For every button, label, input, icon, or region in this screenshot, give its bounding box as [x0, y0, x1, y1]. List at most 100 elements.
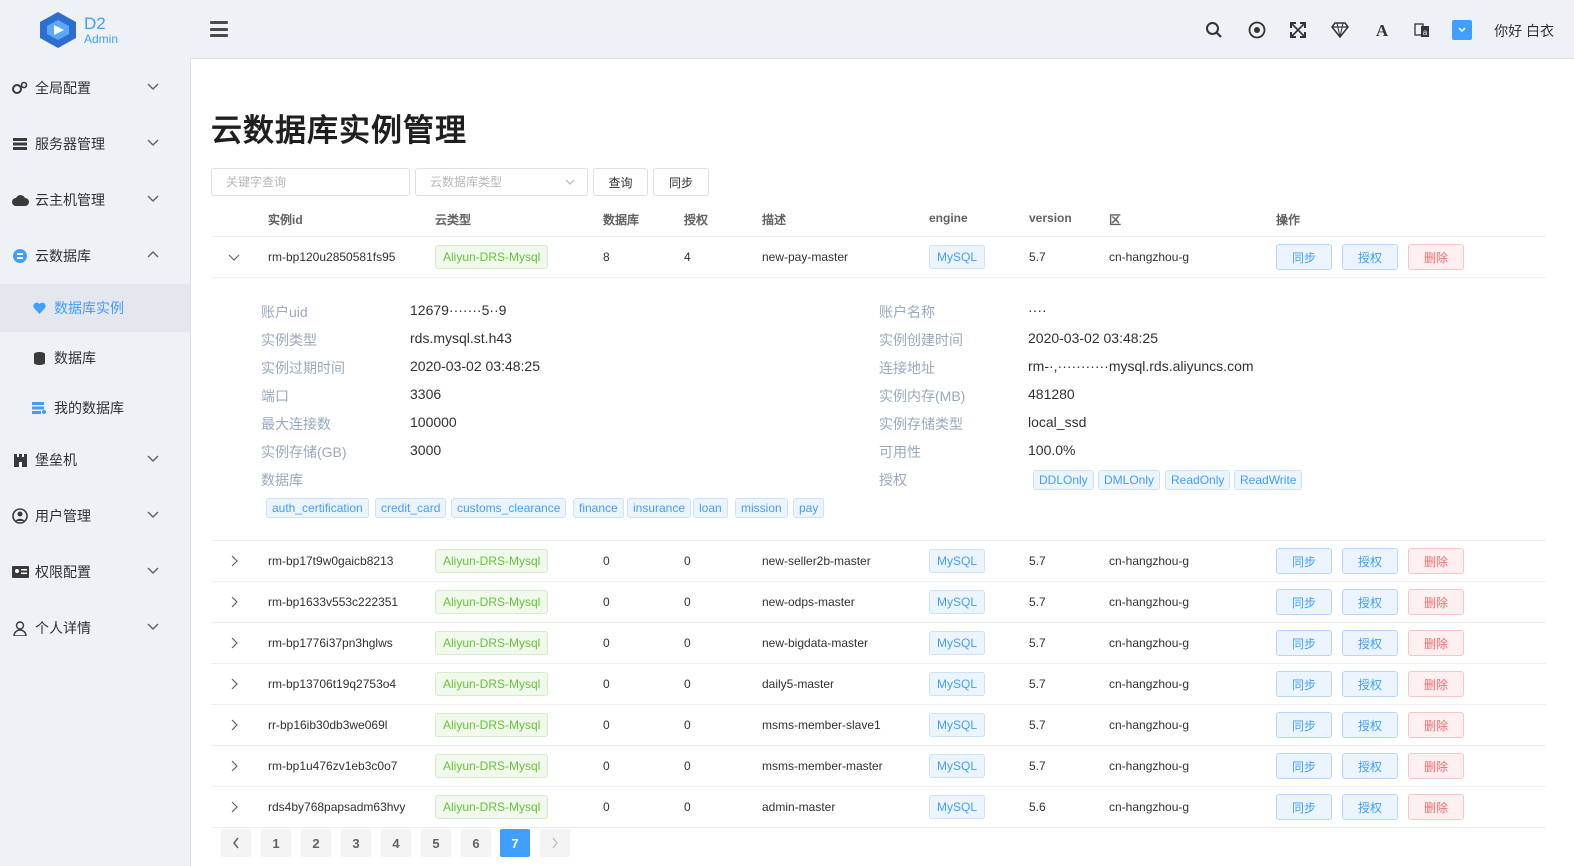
chevron-down-icon: [147, 567, 159, 574]
sidebar-item-profile[interactable]: 个人详情: [0, 608, 190, 648]
row-delete-button[interactable]: 删除: [1408, 548, 1464, 574]
user-circle-icon: [11, 507, 29, 525]
table-row[interactable]: rm-bp1u476zv1eb3c0o7 Aliyun-DRS-Mysql 0 0 ms…: [211, 746, 1546, 787]
cell-version: 5.7: [1029, 554, 1046, 568]
row-grant-button[interactable]: 授权: [1342, 753, 1398, 779]
engine-tag: MySQL: [929, 754, 986, 778]
row-sync-button[interactable]: 同步: [1276, 753, 1332, 779]
row-grant-button[interactable]: 授权: [1342, 671, 1398, 697]
fullscreen-icon[interactable]: [1288, 20, 1308, 40]
sidebar-item-bastion[interactable]: 堡垒机: [0, 440, 190, 480]
detail-label: 账户名称: [879, 304, 935, 320]
row-grant-button[interactable]: 授权: [1342, 794, 1398, 820]
chevron-down-icon: [147, 195, 159, 202]
detail-label: 实例过期时间: [261, 360, 345, 376]
row-delete-button[interactable]: 删除: [1408, 794, 1464, 820]
translate-icon[interactable]: a: [1412, 20, 1432, 40]
sidebar-item-global-config[interactable]: 全局配置: [0, 68, 190, 108]
sidebar-item-permission[interactable]: 权限配置: [0, 552, 190, 592]
sidebar-item-server-mgmt[interactable]: 服务器管理: [0, 124, 190, 164]
row-sync-button[interactable]: 同步: [1276, 671, 1332, 697]
row-sync-button[interactable]: 同步: [1276, 712, 1332, 738]
theme-dropdown-icon[interactable]: [1452, 20, 1472, 40]
db-type-select[interactable]: 云数据库类型: [415, 168, 588, 196]
cell-db-count: 0: [603, 554, 610, 568]
row-sync-button[interactable]: 同步: [1276, 794, 1332, 820]
row-grant-button[interactable]: 授权: [1342, 712, 1398, 738]
table-row[interactable]: rds4by768papsadm63hvy Aliyun-DRS-Mysql 0 0 a…: [211, 787, 1546, 828]
row-delete-button[interactable]: 删除: [1408, 712, 1464, 738]
page-button-current[interactable]: 7: [500, 829, 530, 857]
cell-desc: new-odps-master: [762, 595, 855, 609]
col-engine: engine: [929, 211, 968, 225]
user-greeting[interactable]: 你好 白衣: [1494, 21, 1554, 41]
cell-grant-count: 0: [684, 677, 691, 691]
row-grant-button[interactable]: 授权: [1342, 630, 1398, 656]
sidebar-item-label: 云数据库: [35, 248, 91, 264]
sidebar-item-my-database[interactable]: 我的数据库: [0, 388, 190, 428]
row-delete-button[interactable]: 删除: [1408, 589, 1464, 615]
row-grant-button[interactable]: 授权: [1342, 548, 1398, 574]
table-row[interactable]: rm-bp1633v553c222351 Aliyun-DRS-Mysql 0 0 ne…: [211, 582, 1546, 623]
row-sync-button[interactable]: 同步: [1276, 589, 1332, 615]
row-grant-button[interactable]: 授权: [1342, 244, 1398, 270]
cell-db-count: 0: [603, 800, 610, 814]
expand-row-icon[interactable]: [228, 760, 240, 772]
sidebar-item-cloud-db[interactable]: 云数据库: [0, 236, 190, 276]
search-icon[interactable]: [1204, 20, 1224, 40]
db-tag: auth_certification: [266, 498, 369, 518]
font-size-icon[interactable]: A: [1372, 20, 1392, 40]
row-grant-button[interactable]: 授权: [1342, 589, 1398, 615]
page-button[interactable]: 5: [421, 829, 451, 857]
collapse-row-icon[interactable]: [228, 251, 240, 263]
row-delete-button[interactable]: 删除: [1408, 671, 1464, 697]
row-delete-button[interactable]: 删除: [1408, 630, 1464, 656]
row-delete-button[interactable]: 删除: [1408, 244, 1464, 270]
cell-version: 5.7: [1029, 250, 1046, 264]
chevron-down-icon: [147, 511, 159, 518]
table-row[interactable]: rr-bp16ib30db3we069l Aliyun-DRS-Mysql 0 0 ms…: [211, 705, 1546, 746]
table-row[interactable]: rm-bp17t9w0gaicb8213 Aliyun-DRS-Mysql 0 0 ne…: [211, 541, 1546, 582]
row-delete-button[interactable]: 删除: [1408, 753, 1464, 779]
page-button[interactable]: 3: [341, 829, 371, 857]
query-button[interactable]: 查询: [593, 168, 648, 196]
chevron-down-icon: [565, 179, 575, 185]
cell-db-count: 0: [603, 595, 610, 609]
record-icon[interactable]: [1247, 20, 1267, 40]
page-button[interactable]: 4: [381, 829, 411, 857]
table-row[interactable]: rm-bp120u2850581fs95 Aliyun-DRS-Mysql 8 4 ne…: [211, 237, 1546, 278]
expand-row-icon[interactable]: [228, 678, 240, 690]
keyword-search-input[interactable]: 关键字查询: [211, 168, 410, 196]
detail-value: 3000: [410, 442, 442, 458]
logo[interactable]: D2 Admin: [38, 12, 138, 52]
chevron-down-icon: [147, 623, 159, 630]
cell-instance-id: rm-bp1u476zv1eb3c0o7: [268, 759, 398, 773]
detail-value: 2020-03-02 03:48:25: [1028, 330, 1158, 346]
menu-toggle-icon[interactable]: [210, 21, 228, 37]
table-row[interactable]: rm-bp13706t19q2753o4 Aliyun-DRS-Mysql 0 0 da…: [211, 664, 1546, 705]
next-page-button[interactable]: [540, 829, 570, 857]
page-button[interactable]: 1: [261, 829, 291, 857]
page-button[interactable]: 6: [461, 829, 491, 857]
cloud-type-tag: Aliyun-DRS-Mysql: [435, 631, 549, 655]
table-row[interactable]: rm-bp1776i37pn3hglws Aliyun-DRS-Mysql 0 0 ne…: [211, 623, 1546, 664]
page-button[interactable]: 2: [301, 829, 331, 857]
expand-row-icon[interactable]: [228, 637, 240, 649]
id-card-icon: [11, 563, 29, 581]
expand-row-icon[interactable]: [228, 555, 240, 567]
row-sync-button[interactable]: 同步: [1276, 630, 1332, 656]
row-sync-button[interactable]: 同步: [1276, 548, 1332, 574]
sidebar-item-cloud-host[interactable]: 云主机管理: [0, 180, 190, 220]
row-sync-button[interactable]: 同步: [1276, 244, 1332, 270]
prev-page-button[interactable]: [221, 829, 251, 857]
sidebar-item-db-instance[interactable]: 数据库实例: [0, 284, 190, 332]
table-header: 实例id 云类型 数据库 授权 描述 engine version 区 操作: [211, 205, 1546, 237]
expand-row-icon[interactable]: [228, 719, 240, 731]
expand-row-icon[interactable]: [228, 801, 240, 813]
sidebar-item-user-mgmt[interactable]: 用户管理: [0, 496, 190, 536]
cell-grant-count: 0: [684, 718, 691, 732]
sync-button[interactable]: 同步: [653, 168, 709, 196]
diamond-icon[interactable]: [1330, 20, 1350, 40]
sidebar-item-database[interactable]: 数据库: [0, 338, 190, 378]
expand-row-icon[interactable]: [228, 596, 240, 608]
